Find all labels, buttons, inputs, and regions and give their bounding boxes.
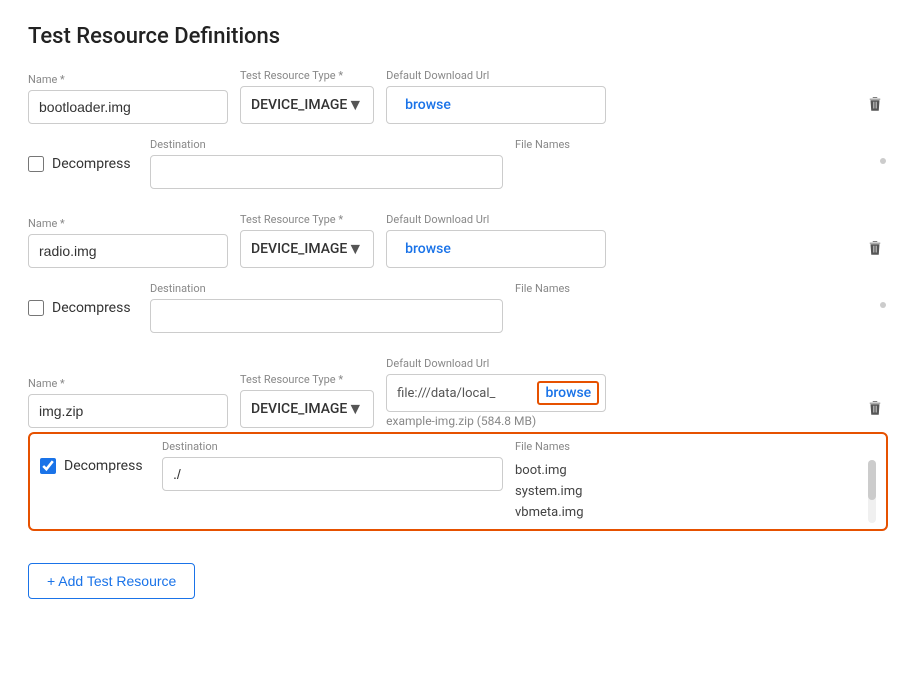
browse-link-1[interactable]: browse [405, 97, 451, 113]
type-value-2: DEVICE_IMAGE [251, 241, 347, 257]
decompress-section-1: Decompress [28, 138, 138, 172]
url-group-2: Default Download Url browse [386, 213, 606, 268]
decompress-row-1: Decompress Destination File Names [28, 130, 888, 197]
type-select-3[interactable]: DEVICE_IMAGE ▼ [240, 390, 374, 428]
dropdown-icon-2: ▼ [347, 239, 363, 259]
decompress-section-2: Decompress [28, 282, 138, 316]
name-group-1: Name * [28, 73, 228, 124]
url-label-2: Default Download Url [386, 213, 606, 226]
name-input-3[interactable] [28, 394, 228, 428]
type-select-1[interactable]: DEVICE_IMAGE ▼ [240, 86, 374, 124]
decompress-label-1: Decompress [52, 156, 131, 172]
resource-section-1: Name * Test Resource Type * DEVICE_IMAGE… [28, 69, 888, 197]
delete-button-2[interactable] [862, 235, 888, 266]
type-value-3: DEVICE_IMAGE [251, 401, 347, 417]
type-group-3: Test Resource Type * DEVICE_IMAGE ▼ [240, 373, 374, 428]
resource-row-3: Name * Test Resource Type * DEVICE_IMAGE… [28, 357, 888, 428]
name-group-2: Name * [28, 217, 228, 268]
decompress-checkbox-3[interactable] [40, 458, 56, 474]
destination-label-1: Destination [150, 138, 503, 151]
url-outer-1: Default Download Url browse [386, 69, 606, 124]
scroll-dot-2 [880, 282, 888, 308]
url-label-3: Default Download Url [386, 357, 606, 370]
destination-group-3: Destination [162, 440, 503, 491]
dropdown-icon-3: ▼ [347, 399, 363, 419]
name-label-2: Name * [28, 217, 228, 230]
url-outer-2: Default Download Url browse [386, 213, 606, 268]
name-input-2[interactable] [28, 234, 228, 268]
type-select-2[interactable]: DEVICE_IMAGE ▼ [240, 230, 374, 268]
url-outer-3: Default Download Url file:///data/local_ b… [386, 357, 606, 428]
type-label-1: Test Resource Type * [240, 69, 374, 82]
url-group-1: Default Download Url browse [386, 69, 606, 124]
decompress-checkbox-2[interactable] [28, 300, 44, 316]
scrollbar-3[interactable] [868, 460, 876, 523]
type-label-2: Test Resource Type * [240, 213, 374, 226]
destination-input-2[interactable] [150, 299, 503, 333]
filenames-group-2: File Names [515, 282, 868, 303]
destination-label-3: Destination [162, 440, 503, 453]
delete-button-1[interactable] [862, 91, 888, 122]
trash-icon-1 [866, 95, 884, 113]
resource-section-3: Name * Test Resource Type * DEVICE_IMAGE… [28, 357, 888, 531]
decompress-row-2: Decompress Destination File Names [28, 274, 888, 341]
type-group-1: Test Resource Type * DEVICE_IMAGE ▼ [240, 69, 374, 124]
type-group-2: Test Resource Type * DEVICE_IMAGE ▼ [240, 213, 374, 268]
decompress-section-3: Decompress [40, 440, 150, 474]
filenames-label-2: File Names [515, 282, 868, 295]
destination-group-1: Destination [150, 138, 503, 189]
browse-link-3[interactable]: browse [537, 381, 599, 405]
browse-link-2[interactable]: browse [405, 241, 451, 257]
decompress-label-3: Decompress [64, 458, 143, 474]
destination-label-2: Destination [150, 282, 503, 295]
resource-row-1: Name * Test Resource Type * DEVICE_IMAGE… [28, 69, 888, 124]
filenames-text-1 [515, 155, 868, 159]
url-text-3: file:///data/local_ [397, 386, 529, 401]
destination-input-3[interactable] [162, 457, 503, 491]
destination-input-1[interactable] [150, 155, 503, 189]
name-label-3: Name * [28, 377, 228, 390]
resource-row-2: Name * Test Resource Type * DEVICE_IMAGE… [28, 213, 888, 268]
resource-section-2: Name * Test Resource Type * DEVICE_IMAGE… [28, 213, 888, 341]
name-group-3: Name * [28, 377, 228, 428]
delete-button-3[interactable] [862, 395, 888, 426]
trash-icon-3 [866, 399, 884, 417]
filenames-text-3: boot.imgsystem.imgvbmeta.img [515, 457, 856, 523]
type-value-1: DEVICE_IMAGE [251, 97, 347, 113]
filenames-label-3: File Names [515, 440, 856, 453]
trash-icon-2 [866, 239, 884, 257]
url-label-1: Default Download Url [386, 69, 606, 82]
file-info-3: example-img.zip (584.8 MB) [386, 414, 606, 428]
filenames-label-1: File Names [515, 138, 868, 151]
filenames-group-1: File Names [515, 138, 868, 159]
dropdown-icon-1: ▼ [347, 95, 363, 115]
url-group-3: Default Download Url file:///data/local_ b… [386, 357, 606, 412]
filenames-group-3: File Names boot.imgsystem.imgvbmeta.img [515, 440, 856, 523]
filenames-text-2 [515, 299, 868, 303]
destination-group-2: Destination [150, 282, 503, 333]
page-title: Test Resource Definitions [28, 24, 888, 49]
decompress-row-3: Decompress Destination File Names boot.imgs… [28, 432, 888, 531]
url-wrap-1: browse [386, 86, 606, 124]
type-label-3: Test Resource Type * [240, 373, 374, 386]
url-wrap-2: browse [386, 230, 606, 268]
url-wrap-3: file:///data/local_ browse [386, 374, 606, 412]
add-test-resource-button[interactable]: + Add Test Resource [28, 563, 195, 599]
name-label-1: Name * [28, 73, 228, 86]
name-input-1[interactable] [28, 90, 228, 124]
scroll-dot-1 [880, 138, 888, 164]
resources-container: Name * Test Resource Type * DEVICE_IMAGE… [28, 69, 888, 531]
decompress-checkbox-1[interactable] [28, 156, 44, 172]
decompress-label-2: Decompress [52, 300, 131, 316]
